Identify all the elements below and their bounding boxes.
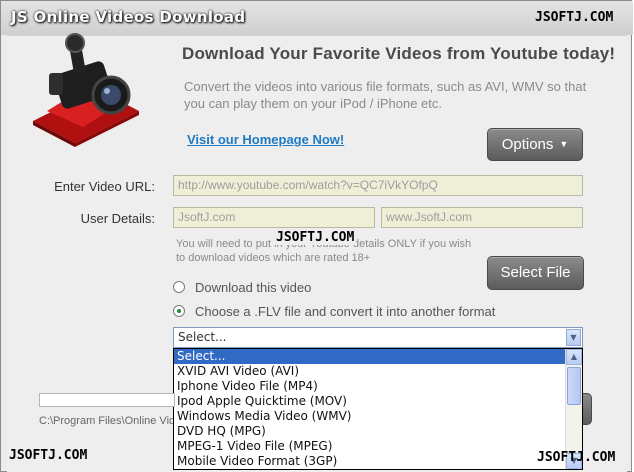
password-input[interactable]: www.JsoftJ.com — [381, 207, 583, 228]
format-dropdown-list: Select... XVID AVI Video (AVI) Iphone Vi… — [173, 348, 583, 470]
format-option[interactable]: Select... — [174, 349, 582, 364]
user-details-label: User Details: — [80, 211, 155, 226]
format-option[interactable]: Mobile Video Format (3GP) — [174, 454, 582, 469]
watermark-bottom-left: JSOFTJ.COM — [9, 448, 88, 463]
format-option[interactable]: Ipod Apple Quicktime (MOV) — [174, 394, 582, 409]
convert-radio-row[interactable]: Choose a .FLV file and convert it into a… — [173, 302, 495, 320]
username-input[interactable]: JsoftJ.com — [173, 207, 375, 228]
options-button[interactable]: Options ▼ — [487, 128, 583, 161]
video-camera-icon — [33, 33, 139, 147]
watermark-center: JSOFTJ.COM — [274, 230, 357, 245]
format-select-value: Select... — [178, 330, 227, 344]
caret-down-icon: ▼ — [559, 139, 569, 149]
url-label: Enter Video URL: — [54, 179, 155, 194]
headline: Download Your Favorite Videos from Youtu… — [182, 44, 616, 63]
chevron-down-icon[interactable]: ▼ — [566, 329, 581, 346]
format-select[interactable]: Select... ▼ — [173, 327, 583, 348]
download-radio-label: Download this video — [195, 279, 312, 295]
description-text: Convert the videos into various file for… — [184, 79, 587, 111]
homepage-link[interactable]: Visit our Homepage Now! — [187, 132, 344, 147]
partial-button[interactable] — [583, 393, 592, 425]
download-radio[interactable] — [173, 281, 185, 293]
watermark-top-right: JSOFTJ.COM — [535, 10, 614, 25]
format-option[interactable]: Iphone Video File (MP4) — [174, 379, 582, 394]
app-window: JS Online Videos Download JSOFTJ.COM Dow… — [0, 0, 633, 472]
scroll-thumb[interactable] — [567, 367, 581, 405]
scroll-up-icon[interactable]: ▲ — [566, 349, 582, 365]
download-radio-row[interactable]: Download this video — [173, 278, 311, 296]
progress-bar — [39, 393, 175, 407]
format-option[interactable]: Windows Media Video (WMV) — [174, 409, 582, 424]
window-title: JS Online Videos Download — [11, 8, 246, 26]
format-option[interactable]: DVD HQ (MPG) — [174, 424, 582, 439]
select-file-button[interactable]: Select File — [487, 256, 584, 290]
options-label: Options — [501, 136, 554, 153]
format-option[interactable]: MPEG-1 Video File (MPEG) — [174, 439, 582, 454]
watermark-bottom-right: JSOFTJ.COM — [537, 450, 616, 465]
video-url-input[interactable]: http://www.youtube.com/watch?v=QC7iVkYOf… — [173, 175, 583, 196]
convert-radio[interactable] — [173, 305, 185, 317]
convert-radio-label: Choose a .FLV file and convert it into a… — [195, 303, 496, 319]
output-path: C:\Program Files\Online Vide — [39, 415, 173, 427]
format-option[interactable]: XVID AVI Video (AVI) — [174, 364, 582, 379]
